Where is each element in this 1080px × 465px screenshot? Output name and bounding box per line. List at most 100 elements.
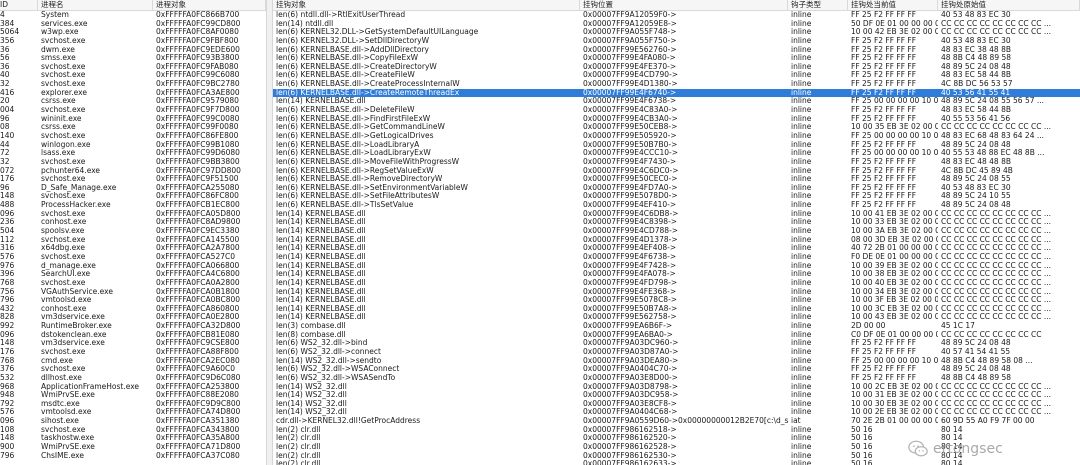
hook-row[interactable]: len(6) KERNELBASE.dll->SetFileAttributes…	[273, 192, 1080, 201]
hook-row[interactable]: len(6) KERNEL32.DLL->SetDllDirectoryW 0x0…	[273, 37, 1080, 46]
hook-row[interactable]: len(6) KERNELBASE.dll->CreateDirectoryW 0…	[273, 63, 1080, 72]
process-row[interactable]: 112 svchost.exe 0xFFFFFA0FCA145500	[0, 236, 266, 245]
process-row[interactable]: 096 svchost.exe 0xFFFFFA0FCA05D800	[0, 210, 266, 219]
hook-row[interactable]: len(14) KERNELBASE.dll 0x00007FF99E4C6DB8…	[273, 210, 1080, 219]
process-row[interactable]: 756 VGAuthService.exe 0xFFFFFA0FCA0B1800	[0, 288, 266, 297]
process-row[interactable]: 948 WmiPrvSE.exe 0xFFFFFA0FC88E2080	[0, 391, 266, 400]
process-row[interactable]: 96 wininit.exe 0xFFFFFA0FC99C0080	[0, 115, 266, 124]
pane-splitter[interactable]	[266, 0, 273, 465]
hook-row[interactable]: len(14) ntdll.dll 0x00007FF9A12059E8-> inl…	[273, 20, 1080, 29]
column-header-hook-type[interactable]: 钩子类型	[788, 0, 848, 10]
column-header-current-value[interactable]: 挂钩处当前值	[848, 0, 938, 10]
process-row[interactable]: 36 svchost.exe 0xFFFFFA0FC9FAB080	[0, 63, 266, 72]
hook-row[interactable]: len(14) WS2_32.dll 0x00007FF9A03E8CF8-> in…	[273, 400, 1080, 409]
hook-row[interactable]: len(6) WS2_32.dll->WSAConnect 0x00007FF9A…	[273, 365, 1080, 374]
hook-row[interactable]: len(14) WS2_32.dll 0x00007FF9A03D8798-> in…	[273, 383, 1080, 392]
process-row[interactable]: 768 svchost.exe 0xFFFFFA0FCA0A2800	[0, 279, 266, 288]
process-row[interactable]: 768 cmd.exe 0xFFFFFA0FCA2EC080	[0, 357, 266, 366]
hook-row[interactable]: len(14) KERNELBASE.dll 0x00007FF99E4FE368…	[273, 288, 1080, 297]
process-row[interactable]: 096 sihost.exe 0xFFFFFA0FCA351380	[0, 417, 266, 426]
process-row[interactable]: 148 svchost.exe 0xFFFFFA0FC86FC800	[0, 192, 266, 201]
process-row[interactable]: 004 svchost.exe 0xFFFFFA0FC9F7D800	[0, 106, 266, 115]
hook-row[interactable]: len(6) KERNELBASE.dll->TlsSetValue 0x0000…	[273, 201, 1080, 210]
process-row[interactable]: 416 explorer.exe 0xFFFFFA0FCA3AE800	[0, 89, 266, 98]
hook-row[interactable]: cdr.dll->KERNEL32.dll!GetProcAddress 0x00…	[273, 417, 1080, 426]
hook-row[interactable]: len(6) KERNEL32.DLL->GetSystemDefaultUIL…	[273, 28, 1080, 37]
hook-row[interactable]: len(6) WS2_32.dll->bind 0x00007FF9A03DC96…	[273, 339, 1080, 348]
hook-row[interactable]: len(6) KERNELBASE.dll->DeleteFileW 0x0000…	[273, 106, 1080, 115]
hook-row[interactable]: len(14) KERNELBASE.dll 0x00007FF99E4EF408…	[273, 244, 1080, 253]
process-row[interactable]: 148 vm3dservice.exe 0xFFFFFA0FC9CSE800	[0, 339, 266, 348]
hook-row[interactable]: len(14) KERNELBASE.dll 0x00007FF99E4F7428…	[273, 262, 1080, 271]
process-row[interactable]: 140 svchost.exe 0xFFFFFA0FC86FE800	[0, 132, 266, 141]
process-row[interactable]: 532 dllhost.exe 0xFFFFFA0FC9D6C080	[0, 374, 266, 383]
column-header-process-object[interactable]: 进程对象	[153, 0, 266, 10]
process-row[interactable]: 36 dwm.exe 0xFFFFFA0FC9EDE600	[0, 46, 266, 55]
hook-row[interactable]: len(8) combase.dll 0x00007FF99EA6BA0-> inl…	[273, 331, 1080, 340]
process-row[interactable]: 900 WmiPrvSE.exe 0xFFFFFA0FCA71D800	[0, 443, 266, 452]
hook-row[interactable]: len(14) KERNELBASE.dll 0x00007FF99E4F6738…	[273, 97, 1080, 106]
process-row[interactable]: 432 conhost.exe 0xFFFFFA0FCA860800	[0, 305, 266, 314]
hook-row[interactable]: len(14) KERNELBASE.dll 0x00007FF99E4C8398…	[273, 218, 1080, 227]
hook-row[interactable]: len(14) KERNELBASE.dll 0x00007FF99E4CD788…	[273, 227, 1080, 236]
hook-row[interactable]: len(6) KERNELBASE.dll->CreateFileW 0x0000…	[273, 71, 1080, 80]
hook-row[interactable]: len(14) KERNELBASE.dll 0x00007FF99E4FA078…	[273, 270, 1080, 279]
process-row[interactable]: 96 D_Safe_Manage.exe 0xFFFFFA0FCA255080	[0, 184, 266, 193]
process-row[interactable]: 5064 w3wp.exe 0xFFFFFA0FC8AF0080	[0, 28, 266, 37]
process-row[interactable]: 096 dstokenclean.exe 0xFFFFFA0FCB81E080	[0, 331, 266, 340]
hook-row[interactable]: len(6) KERNELBASE.dll->GetCommandLineW 0x…	[273, 123, 1080, 132]
process-row[interactable]: 176 svchost.exe 0xFFFFFA0FC9F51500	[0, 175, 266, 184]
process-row[interactable]: 796 ChsIME.exe 0xFFFFFA0FCA37C080	[0, 452, 266, 461]
process-row[interactable]: 316 x64dbg.exe 0xFFFFFA0FCA2A7800	[0, 244, 266, 253]
process-row[interactable]: 976 d_manage.exe 0xFFFFFA0FCA066800	[0, 262, 266, 271]
hook-row[interactable]: len(14) KERNELBASE.dll 0x00007FF99E50B7A8…	[273, 305, 1080, 314]
process-row[interactable]: 992 RuntimeBroker.exe 0xFFFFFA0FCA32D800	[0, 322, 266, 331]
process-row[interactable]: 504 spoolsv.exe 0xFFFFFA0FC9EC3380	[0, 227, 266, 236]
hook-row[interactable]: len(6) KERNELBASE.dll->CopyFileExW 0x0000…	[273, 54, 1080, 63]
process-row[interactable]: 792 msdtc.exe 0xFFFFFA0FC9D9C800	[0, 400, 266, 409]
hook-row[interactable]: len(6) KERNELBASE.dll->LoadLibraryExW 0x0…	[273, 149, 1080, 158]
process-row[interactable]: 968 ApplicationFrameHost.exe 0xFFFFFA0FCA2…	[0, 383, 266, 392]
process-row[interactable]: 796 vmtoolsd.exe 0xFFFFFA0FCA0BC800	[0, 296, 266, 305]
process-row[interactable]: 08 csrss.exe 0xFFFFFA0FC99F0080	[0, 123, 266, 132]
column-header-hook-position[interactable]: 挂钩位置	[580, 0, 788, 10]
hook-row[interactable]: len(6) KERNELBASE.dll->RegSetValueExW 0x0…	[273, 167, 1080, 176]
process-row[interactable]: 356 svchost.exe 0xFFFFFA0FC9FBF800	[0, 37, 266, 46]
hook-row[interactable]: len(6) KERNELBASE.dll->GetLogicalDrives 0…	[273, 132, 1080, 141]
hook-row[interactable]: len(6) KERNELBASE.dll->CreateProcessInte…	[273, 80, 1080, 89]
process-row[interactable]: 40 svchost.exe 0xFFFFFA0FC99C6080	[0, 71, 266, 80]
process-row[interactable]: 32 svchost.exe 0xFFFFFA0FC9BB3800	[0, 158, 266, 167]
process-row[interactable]: 32 svchost.exe 0xFFFFFA0FC9BC2780	[0, 80, 266, 89]
process-row[interactable]: 20 csrss.exe 0xFFFFFA0FC9579080	[0, 97, 266, 106]
process-row[interactable]: 488 ProcessHacker.exe 0xFFFFFA0FCB1EC800	[0, 201, 266, 210]
hook-row[interactable]: len(14) WS2_32.dll->sendto 0x00007FF9A03D…	[273, 357, 1080, 366]
process-row[interactable]: 828 vm3dservice.exe 0xFFFFFA0FCA0E2800	[0, 313, 266, 322]
hook-row[interactable]: len(6) WS2_32.dll->connect 0x00007FF9A03D…	[273, 348, 1080, 357]
hook-row[interactable]: len(3) combase.dll 0x00007FF99EA6B6F-> inl…	[273, 322, 1080, 331]
process-row[interactable]: 108 svchost.exe 0xFFFFFA0FCA343800	[0, 426, 266, 435]
hook-row[interactable]: len(14) KERNELBASE.dll 0x00007FF99E4FD798…	[273, 279, 1080, 288]
process-row[interactable]: 4 System 0xFFFFFA0FC866B700	[0, 11, 266, 20]
hook-row[interactable]: len(14) WS2_32.dll 0x00007FF9A0404C68-> in…	[273, 408, 1080, 417]
hook-row-selected[interactable]: len(6) KERNELBASE.dll->CreateRemoteThrea…	[273, 88, 1080, 98]
process-row[interactable]: 072 pchunter64.exe 0xFFFFFA0FC97DD800	[0, 167, 266, 176]
hook-row[interactable]: len(6) KERNELBASE.dll->LoadLibraryA 0x000…	[273, 141, 1080, 150]
process-row[interactable]: 236 conhost.exe 0xFFFFFA0FC8AD9800	[0, 218, 266, 227]
hook-row[interactable]: len(14) KERNELBASE.dll 0x00007FF99E5078C8…	[273, 296, 1080, 305]
hook-row[interactable]: len(14) KERNELBASE.dll 0x00007FF99E4F6738…	[273, 253, 1080, 262]
hook-row[interactable]: len(6) KERNELBASE.dll->FindFirstFileExW 0…	[273, 115, 1080, 124]
column-header-original-value[interactable]: 挂钩处原始值	[938, 0, 1080, 10]
column-header-process-name[interactable]: 进程名	[38, 0, 153, 10]
hook-row[interactable]: len(6) WS2_32.dll->WSASendTo 0x00007FF9A0…	[273, 374, 1080, 383]
process-row[interactable]: 576 vmtoolsd.exe 0xFFFFFA0FCA74D800	[0, 408, 266, 417]
hook-row[interactable]: len(6) KERNELBASE.dll->AddDllDirectory 0x…	[273, 46, 1080, 55]
hook-row[interactable]: len(6) ntdll.dll->RtlExitUserThread 0x000…	[273, 11, 1080, 20]
hook-row[interactable]: len(14) WS2_32.dll 0x00007FF9A03DC958-> in…	[273, 391, 1080, 400]
hook-row[interactable]: len(6) KERNELBASE.dll->RemoveDirectoryW 0…	[273, 175, 1080, 184]
hook-row[interactable]: len(6) KERNELBASE.dll->MoveFileWithProgr…	[273, 158, 1080, 167]
process-row[interactable]: 396 SearchUI.exe 0xFFFFFA0FCA4C6800	[0, 270, 266, 279]
process-row[interactable]: 576 svchost.exe 0xFFFFFA0FCA527C0	[0, 253, 266, 262]
process-row[interactable]: 376 svchost.exe 0xFFFFFA0FC9A60C0	[0, 365, 266, 374]
process-row[interactable]: 384 services.exe 0xFFFFFA0FC99CD800	[0, 20, 266, 29]
hook-row[interactable]: len(2) clr.dll 0x00007FF986162518-> inline…	[273, 426, 1080, 435]
